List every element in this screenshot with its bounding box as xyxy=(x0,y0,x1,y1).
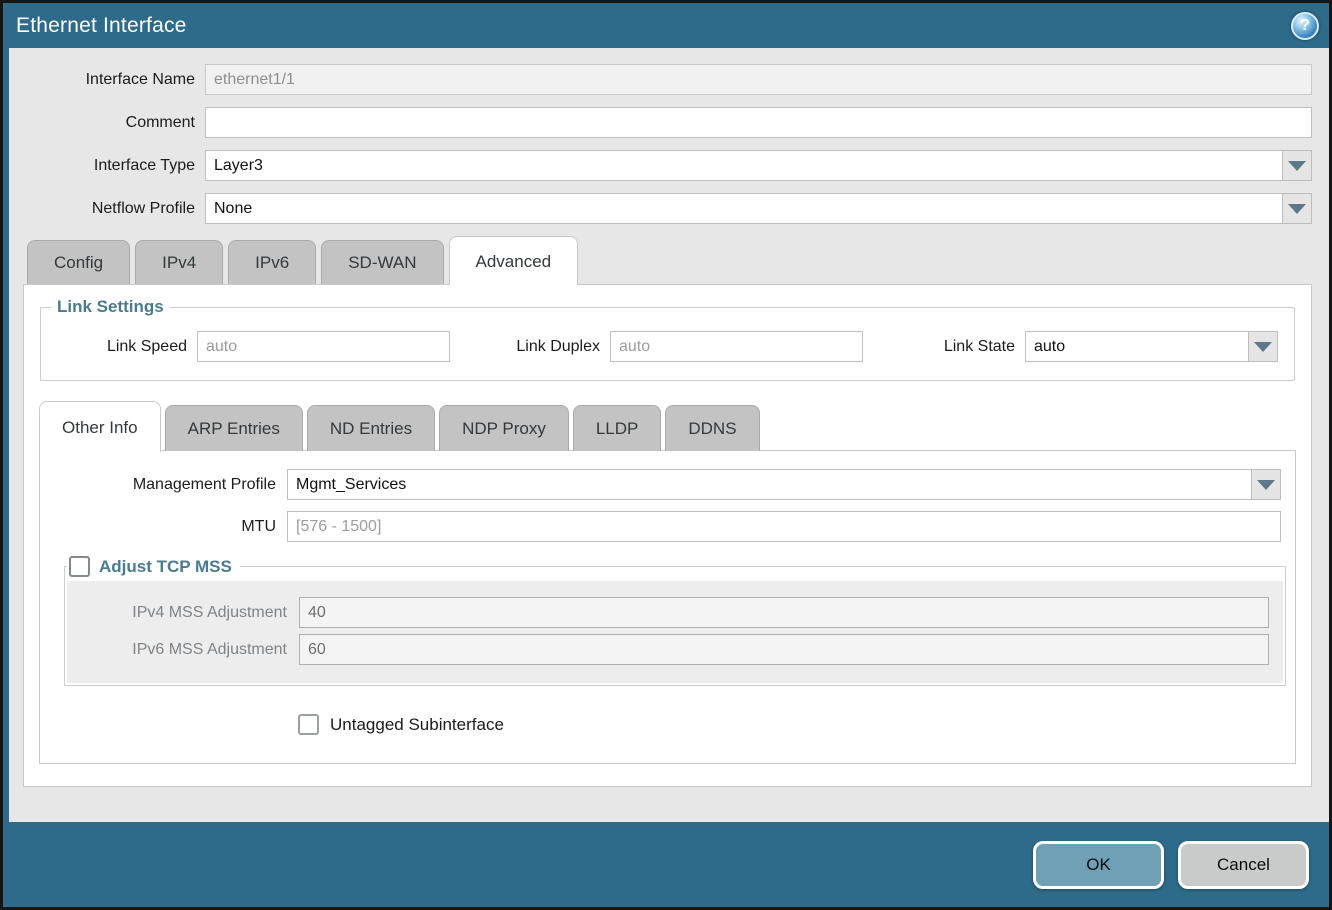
link-settings-row: Link Speed Link Duplex Link State xyxy=(41,325,1294,364)
chevron-down-icon xyxy=(1288,204,1306,214)
interface-type-input[interactable] xyxy=(205,150,1282,181)
ipv6-mss-row: IPv6 MSS Adjustment xyxy=(67,634,1283,665)
dialog-title: Ethernet Interface xyxy=(16,14,187,38)
netflow-profile-input[interactable] xyxy=(205,193,1282,224)
link-settings-fieldset: Link Settings Link Speed Link Duplex Lin… xyxy=(40,297,1295,381)
interface-name-label: Interface Name xyxy=(9,71,205,89)
link-state-dropdown-button[interactable] xyxy=(1248,331,1278,362)
link-state-combo xyxy=(1025,331,1278,362)
mtu-input[interactable] xyxy=(287,511,1281,542)
interface-type-dropdown-button[interactable] xyxy=(1282,150,1312,181)
link-settings-legend: Link Settings xyxy=(51,297,170,317)
netflow-profile-combo xyxy=(205,193,1312,224)
dialog-body: Interface Name Comment Interface Type xyxy=(9,48,1329,822)
management-profile-dropdown-button[interactable] xyxy=(1251,469,1281,500)
adjust-tcp-mss-fieldset: Adjust TCP MSS IPv4 MSS Adjustment IPv6 … xyxy=(64,556,1286,686)
untagged-subinterface-row: Untagged Subinterface xyxy=(40,714,1295,735)
adjust-tcp-mss-body: IPv4 MSS Adjustment IPv6 MSS Adjustment xyxy=(67,581,1283,683)
tab-sdwan[interactable]: SD-WAN xyxy=(321,240,443,284)
ethernet-interface-dialog: Ethernet Interface ? Interface Name Comm… xyxy=(0,0,1332,910)
comment-row: Comment xyxy=(9,107,1329,138)
advanced-tab-panel: Link Settings Link Speed Link Duplex Lin… xyxy=(23,284,1312,787)
interface-name-row: Interface Name xyxy=(9,64,1329,95)
management-profile-row: Management Profile xyxy=(40,469,1295,500)
chevron-down-icon xyxy=(1288,161,1306,171)
chevron-down-icon xyxy=(1254,342,1272,352)
management-profile-label: Management Profile xyxy=(40,476,287,494)
adjust-tcp-mss-checkbox[interactable] xyxy=(69,556,90,577)
ipv4-mss-input xyxy=(299,597,1269,628)
interface-type-combo xyxy=(205,150,1312,181)
dialog-footer: OK Cancel xyxy=(3,822,1329,907)
comment-label: Comment xyxy=(9,114,205,132)
management-profile-combo xyxy=(287,469,1281,500)
title-bar: Ethernet Interface ? xyxy=(3,3,1329,48)
subtab-nd-entries[interactable]: ND Entries xyxy=(307,405,435,451)
subtab-other-info[interactable]: Other Info xyxy=(39,401,161,452)
tab-config[interactable]: Config xyxy=(27,240,130,284)
netflow-profile-row: Netflow Profile xyxy=(9,193,1329,224)
netflow-profile-dropdown-button[interactable] xyxy=(1282,193,1312,224)
tab-ipv6[interactable]: IPv6 xyxy=(228,240,316,284)
link-speed-label: Link Speed xyxy=(41,338,197,356)
link-state-input[interactable] xyxy=(1025,331,1248,362)
untagged-subinterface-checkbox[interactable] xyxy=(298,714,319,735)
link-duplex-label: Link Duplex xyxy=(450,338,610,356)
interface-type-label: Interface Type xyxy=(9,157,205,175)
tab-advanced[interactable]: Advanced xyxy=(449,236,579,285)
subtab-ndp-proxy[interactable]: NDP Proxy xyxy=(439,405,569,451)
sub-tab-strip: Other Info ARP Entries ND Entries NDP Pr… xyxy=(39,401,1296,451)
ipv6-mss-label: IPv6 MSS Adjustment xyxy=(67,641,299,659)
main-tab-strip: Config IPv4 IPv6 SD-WAN Advanced xyxy=(9,236,1329,284)
mtu-label: MTU xyxy=(40,518,287,536)
management-profile-input[interactable] xyxy=(287,469,1251,500)
ipv4-mss-row: IPv4 MSS Adjustment xyxy=(67,597,1283,628)
netflow-profile-label: Netflow Profile xyxy=(9,200,205,218)
interface-name-input xyxy=(205,64,1312,95)
subtab-arp-entries[interactable]: ARP Entries xyxy=(165,405,303,451)
other-info-panel: Management Profile MTU xyxy=(39,450,1296,764)
ipv6-mss-input xyxy=(299,634,1269,665)
subtab-lldp[interactable]: LLDP xyxy=(573,405,662,451)
comment-input[interactable] xyxy=(205,107,1312,138)
help-icon[interactable]: ? xyxy=(1291,12,1319,40)
link-duplex-input[interactable] xyxy=(610,331,863,362)
cancel-button[interactable]: Cancel xyxy=(1178,841,1309,889)
tab-ipv4[interactable]: IPv4 xyxy=(135,240,223,284)
ipv4-mss-label: IPv4 MSS Adjustment xyxy=(67,604,299,622)
adjust-tcp-mss-legend: Adjust TCP MSS xyxy=(67,556,240,577)
mtu-row: MTU xyxy=(40,511,1295,542)
link-state-label: Link State xyxy=(863,338,1025,356)
chevron-down-icon xyxy=(1257,480,1275,490)
subtab-ddns[interactable]: DDNS xyxy=(665,405,759,451)
ok-button[interactable]: OK xyxy=(1033,841,1164,889)
adjust-tcp-mss-legend-text: Adjust TCP MSS xyxy=(99,557,232,577)
untagged-subinterface-label: Untagged Subinterface xyxy=(330,715,504,735)
link-speed-input[interactable] xyxy=(197,331,450,362)
interface-type-row: Interface Type xyxy=(9,150,1329,181)
